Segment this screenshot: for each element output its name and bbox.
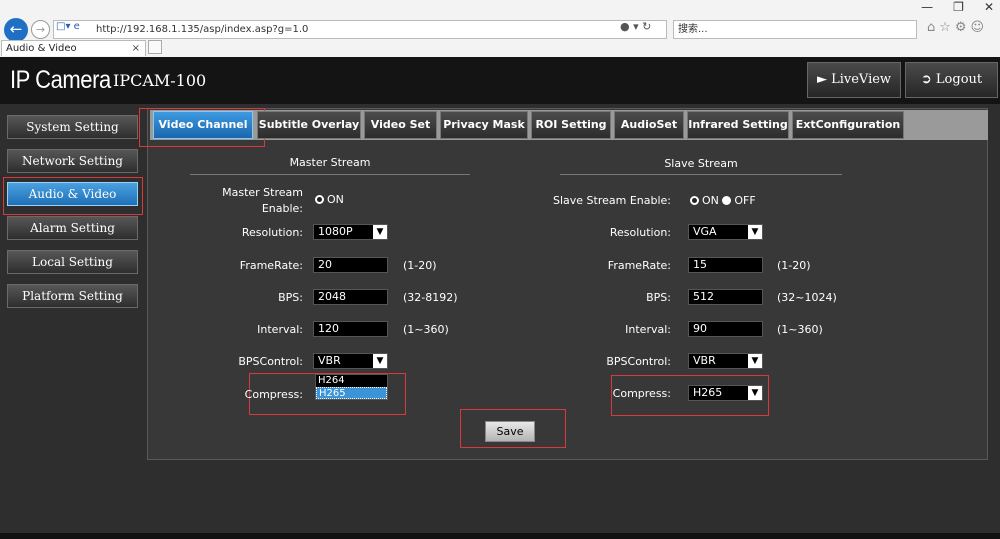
slave-framerate-input[interactable]: 15: [688, 257, 763, 273]
divider: [190, 174, 470, 175]
radio-off-icon[interactable]: [722, 196, 732, 205]
slave-enable-label: Slave Stream Enable:: [552, 194, 671, 207]
chevron-down-icon: ▼: [373, 354, 387, 368]
slave-resolution-value: VGA: [693, 225, 717, 238]
master-stream-heading: Master Stream: [289, 156, 371, 169]
sidebar-item-local-setting[interactable]: Local Setting: [7, 250, 138, 274]
slave-bps-input[interactable]: 512: [688, 289, 763, 305]
close-window-button[interactable]: ✕: [984, 0, 994, 14]
app-header: IP Camera IPCAM-100 ► LiveView ➲ Logout: [0, 57, 1000, 104]
sidebar-item-alarm-setting[interactable]: Alarm Setting: [7, 216, 138, 240]
taskbar: [0, 533, 1000, 539]
radio-on-icon[interactable]: [690, 196, 699, 205]
master-bpscontrol-value: VBR: [318, 354, 341, 367]
compress-option-h265[interactable]: H265: [316, 387, 387, 399]
page-icon: □▾ e: [56, 21, 80, 32]
compress-option-h264[interactable]: H264: [316, 375, 387, 387]
chevron-down-icon: ▼: [748, 225, 762, 239]
slave-interval-label: Interval:: [625, 323, 671, 336]
chevron-down-icon: ▼: [748, 386, 762, 400]
liveview-button[interactable]: ► LiveView: [807, 62, 901, 98]
slave-resolution-label: Resolution:: [609, 226, 671, 239]
master-compress-label: Compress:: [244, 388, 303, 401]
master-resolution-label: Resolution:: [241, 226, 303, 239]
master-resolution-select[interactable]: 1080P ▼: [313, 224, 388, 240]
master-enable-on-label: ON: [327, 193, 344, 206]
back-arrow-icon[interactable]: ←: [4, 18, 28, 42]
play-icon: ►: [816, 72, 832, 87]
master-interval-input[interactable]: 120: [313, 321, 388, 337]
slave-bpscontrol-select[interactable]: VBR ▼: [688, 353, 763, 369]
master-bpscontrol-label: BPSControl:: [238, 355, 303, 368]
tab-infrared-setting[interactable]: Infrared Setting: [687, 111, 789, 139]
slave-bps-label: BPS:: [646, 291, 671, 304]
tab-subtitle-overlay[interactable]: Subtitle Overlay: [257, 111, 361, 139]
tab-title: Audio & Video: [6, 43, 77, 54]
address-bar[interactable]: http://192.168.1.135/asp/index.asp?g=1.0: [53, 20, 667, 39]
logout-button[interactable]: ➲ Logout: [905, 62, 998, 98]
master-framerate-range: (1-20): [403, 259, 437, 272]
sidebar-item-system-setting[interactable]: System Setting: [7, 115, 138, 139]
tab-privacy-mask[interactable]: Privacy Mask: [440, 111, 528, 139]
slave-interval-range: (1~360): [777, 323, 823, 336]
master-framerate-input[interactable]: 20: [313, 257, 388, 273]
divider: [560, 174, 842, 175]
chevron-down-icon: ▼: [748, 354, 762, 368]
window-controls: — ❐ ✕: [921, 0, 994, 14]
slave-stream-heading: Slave Stream: [664, 157, 738, 170]
liveview-label: LiveView: [831, 72, 892, 87]
toolbar-icons[interactable]: ⌂☆⚙☺: [927, 20, 988, 35]
master-framerate-label: FrameRate:: [239, 259, 303, 272]
highlight-box: [139, 108, 265, 147]
brand-title: IP Camera: [10, 66, 111, 94]
master-enable-label-line2: Enable:: [261, 202, 303, 215]
maximize-button[interactable]: ❐: [953, 0, 964, 14]
slave-compress-value: H265: [693, 386, 723, 399]
logout-icon: ➲: [920, 72, 936, 87]
master-bps-input[interactable]: 2048: [313, 289, 388, 305]
tab-roi-setting[interactable]: ROI Setting: [531, 111, 611, 139]
slave-bpscontrol-value: VBR: [693, 354, 716, 367]
tab-extconfiguration[interactable]: ExtConfiguration: [792, 111, 904, 139]
highlight-box: [3, 177, 143, 215]
master-resolution-value: 1080P: [318, 225, 353, 238]
forward-arrow-icon[interactable]: →: [31, 20, 50, 39]
slave-bps-range: (32~1024): [777, 291, 837, 304]
sidebar-item-platform-setting[interactable]: Platform Setting: [7, 284, 138, 308]
model-name: IPCAM-100: [113, 71, 207, 90]
slave-enable-off-label: OFF: [734, 194, 756, 207]
master-enable-label-line1: Master Stream: [222, 186, 303, 199]
slave-enable-on-label: ON: [702, 194, 719, 207]
logout-label: Logout: [935, 72, 983, 87]
master-bps-range: (32-8192): [403, 291, 458, 304]
slave-framerate-label: FrameRate:: [607, 259, 671, 272]
new-tab-button[interactable]: [148, 40, 162, 54]
master-interval-range: (1~360): [403, 323, 449, 336]
radio-icon: [315, 195, 324, 204]
slave-resolution-select[interactable]: VGA ▼: [688, 224, 763, 240]
search-input[interactable]: 搜索...: [673, 20, 917, 39]
tab-audioset[interactable]: AudioSet: [614, 111, 684, 139]
slave-compress-label: Compress:: [612, 387, 671, 400]
slave-interval-input[interactable]: 90: [688, 321, 763, 337]
master-compress-list[interactable]: H264 H265: [315, 374, 388, 400]
save-button[interactable]: Save: [485, 421, 535, 442]
master-interval-label: Interval:: [257, 323, 303, 336]
slave-enable-radios[interactable]: ON OFF: [690, 194, 756, 207]
browser-tab[interactable]: Audio & Video ×: [1, 40, 146, 56]
close-icon[interactable]: ×: [132, 41, 140, 56]
sidebar-item-network-setting[interactable]: Network Setting: [7, 149, 138, 173]
master-enable-label: Master Stream Enable:: [200, 185, 303, 217]
refresh-icon[interactable]: ● ▾ ↻: [620, 20, 651, 33]
browser-chrome: — ❐ ✕ ← → http://192.168.1.135/asp/index…: [0, 0, 1000, 57]
slave-framerate-range: (1-20): [777, 259, 811, 272]
slave-compress-select[interactable]: H265 ▼: [688, 385, 763, 401]
chevron-down-icon: ▼: [373, 225, 387, 239]
minimize-button[interactable]: —: [921, 0, 933, 14]
master-bps-label: BPS:: [278, 291, 303, 304]
tab-video-set[interactable]: Video Set: [364, 111, 437, 139]
slave-bpscontrol-label: BPSControl:: [606, 355, 671, 368]
master-bpscontrol-select[interactable]: VBR ▼: [313, 353, 388, 369]
master-enable-on-radio[interactable]: ON: [315, 193, 344, 206]
